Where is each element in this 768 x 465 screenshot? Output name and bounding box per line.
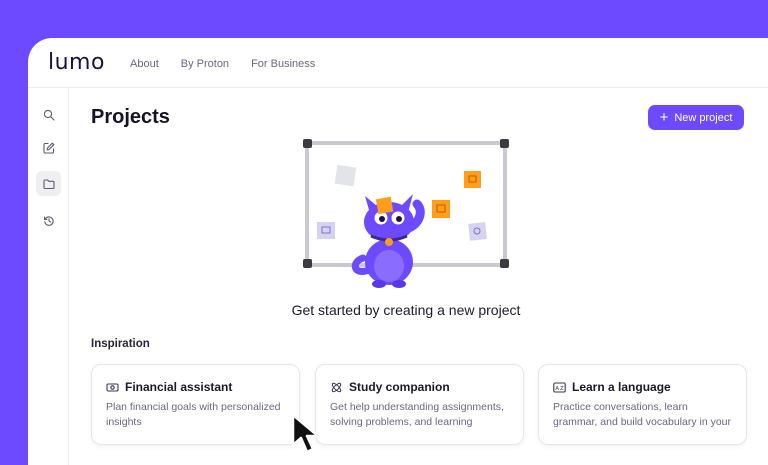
mouse-pointer-icon — [291, 413, 320, 454]
edit-icon — [42, 142, 54, 154]
empty-state-message: Get started by creating a new project — [291, 302, 521, 318]
translate-icon: A Z — [553, 381, 566, 393]
svg-text:Z: Z — [560, 386, 564, 392]
card-description: Plan financial goals with personalized i… — [106, 401, 281, 428]
sidebar — [28, 88, 69, 465]
new-project-button[interactable]: + New project — [648, 105, 744, 130]
sidebar-history-button[interactable] — [36, 208, 61, 233]
inspiration-heading: Inspiration — [91, 338, 150, 350]
card-study-companion[interactable]: Study companion Get help understanding a… — [315, 364, 524, 445]
card-title: Financial assistant — [125, 380, 233, 394]
sidebar-projects-button[interactable] — [36, 171, 61, 196]
sidebar-new-chat-button[interactable] — [36, 135, 61, 160]
top-bar: lumo About By Proton For Business — [28, 38, 768, 88]
nav-about[interactable]: About — [130, 58, 159, 70]
folder-icon — [42, 178, 55, 189]
search-icon — [43, 109, 55, 121]
atom-icon — [331, 382, 342, 392]
app-window: lumo About By Proton For Business Projec… — [28, 38, 768, 465]
plus-icon: + — [659, 108, 669, 126]
nav-by-proton[interactable]: By Proton — [181, 58, 229, 70]
money-icon — [106, 382, 119, 392]
card-description: Practice conversations, learn grammar, a… — [553, 401, 732, 428]
sidebar-search-button[interactable] — [36, 102, 61, 127]
card-financial-assistant[interactable]: Financial assistant Plan financial goals… — [91, 364, 300, 445]
card-title: Learn a language — [572, 380, 671, 394]
whiteboard-cat-illustration — [303, 139, 509, 288]
lumo-logo[interactable]: lumo — [48, 50, 105, 75]
history-icon — [43, 215, 54, 226]
nav-for-business[interactable]: For Business — [251, 58, 315, 70]
card-description: Get help understanding assignments, solv… — [330, 401, 504, 428]
new-project-label: New project — [674, 111, 733, 124]
top-nav: About By Proton For Business — [130, 58, 315, 70]
page-title: Projects — [91, 106, 170, 128]
svg-text:A: A — [555, 386, 559, 392]
card-learn-a-language[interactable]: A Z Learn a language Practice conversati… — [538, 364, 747, 445]
card-title: Study companion — [349, 380, 450, 394]
